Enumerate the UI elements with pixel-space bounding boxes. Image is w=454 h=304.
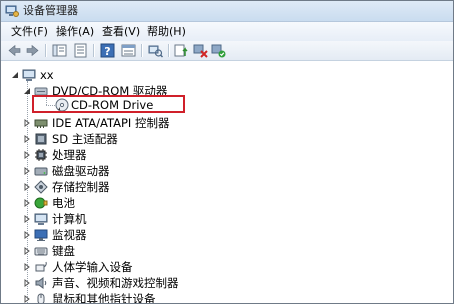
category-label: 处理器 xyxy=(52,148,87,162)
tree-category[interactable]: 磁盘驱动器 xyxy=(23,163,243,179)
back-arrow-icon[interactable] xyxy=(6,42,23,59)
tree-category[interactable]: 监视器 xyxy=(23,227,243,243)
highlight-annotation xyxy=(32,95,185,113)
tree-category[interactable]: IDE ATA/ATAPI 控制器 xyxy=(23,115,243,131)
processor-icon xyxy=(35,149,47,161)
category-label: 电池 xyxy=(52,196,75,210)
category-label: IDE ATA/ATAPI 控制器 xyxy=(52,116,170,130)
tree-category[interactable]: SD 主适配器 xyxy=(23,131,243,147)
forward-arrow-icon[interactable] xyxy=(24,42,41,59)
help-icon[interactable]: ? xyxy=(99,42,116,59)
expand-arrow-icon[interactable] xyxy=(23,151,31,159)
update-driver-icon[interactable] xyxy=(173,42,190,59)
tree-category[interactable]: 电池 xyxy=(23,195,243,211)
menu-view[interactable]: 查看(V) xyxy=(100,24,142,39)
toolbar: ? xyxy=(1,41,453,61)
menu-file[interactable]: 文件(F) xyxy=(9,24,50,39)
expand-arrow-icon[interactable] xyxy=(23,295,31,303)
hid-icon xyxy=(35,261,47,272)
menu-help[interactable]: 帮助(H) xyxy=(145,24,188,39)
toolbar-separator xyxy=(141,44,143,57)
category-label: 磁盘驱动器 xyxy=(52,164,110,178)
ide-controller-icon xyxy=(34,119,48,128)
window-title: 设备管理器 xyxy=(23,4,78,17)
computer-icon xyxy=(34,213,48,225)
sd-host-icon xyxy=(35,133,47,145)
expand-arrow-icon[interactable] xyxy=(23,135,31,143)
category-label: 声音、视频和游戏控制器 xyxy=(52,276,179,290)
mouse-icon xyxy=(37,293,45,303)
monitor-icon xyxy=(34,229,48,241)
show-hide-tree-icon[interactable] xyxy=(51,42,68,59)
root-label: xx xyxy=(40,68,54,82)
expand-arrow-icon[interactable] xyxy=(23,279,31,287)
expand-arrow-icon[interactable] xyxy=(23,183,31,191)
tree-category[interactable]: 鼠标和其他指针设备 xyxy=(23,291,243,304)
disable-device-icon[interactable] xyxy=(192,42,209,59)
computer-icon xyxy=(22,69,36,81)
category-label: 存储控制器 xyxy=(52,180,110,194)
menu-action[interactable]: 操作(A) xyxy=(54,24,96,39)
tree-category[interactable]: 声音、视频和游戏控制器 xyxy=(23,275,243,291)
expand-arrow-icon[interactable] xyxy=(23,119,31,127)
expand-arrow-icon[interactable] xyxy=(23,199,31,207)
toolbar-separator xyxy=(168,44,170,57)
title-bar: 设备管理器 xyxy=(1,1,453,22)
device-manager-window: 设备管理器 文件(F) 操作(A) 查看(V) 帮助(H) ? xx DVD/C… xyxy=(0,0,454,304)
scan-hardware-icon[interactable] xyxy=(147,42,164,59)
tree-category[interactable]: 人体学输入设备 xyxy=(23,259,243,275)
category-label: 人体学输入设备 xyxy=(52,260,133,274)
keyboard-icon xyxy=(34,247,48,256)
category-label: 监视器 xyxy=(52,228,87,242)
expand-arrow-icon[interactable] xyxy=(23,231,31,239)
properties-list-icon[interactable] xyxy=(72,42,89,59)
collapse-arrow-icon[interactable] xyxy=(11,71,19,79)
view-options-icon[interactable] xyxy=(120,42,137,59)
tree-category[interactable]: 计算机 xyxy=(23,211,243,227)
storage-controller-icon xyxy=(34,180,48,194)
category-label: 鼠标和其他指针设备 xyxy=(52,292,156,304)
enable-device-icon[interactable] xyxy=(210,42,227,59)
collapse-arrow-icon[interactable] xyxy=(23,87,31,95)
category-label: SD 主适配器 xyxy=(52,132,118,146)
device-manager-icon xyxy=(5,5,19,17)
toolbar-separator xyxy=(93,44,95,57)
battery-icon xyxy=(34,197,48,209)
expand-arrow-icon[interactable] xyxy=(23,215,31,223)
tree-root[interactable]: xx xyxy=(11,67,131,83)
tree-category[interactable]: 键盘 xyxy=(23,243,243,259)
sound-icon xyxy=(35,277,47,289)
menu-bar: 文件(F) 操作(A) 查看(V) 帮助(H) xyxy=(1,22,453,42)
expand-arrow-icon[interactable] xyxy=(23,263,31,271)
tree-category[interactable]: 处理器 xyxy=(23,147,243,163)
disk-drive-icon xyxy=(34,167,48,176)
expand-arrow-icon[interactable] xyxy=(23,167,31,175)
svg-text:?: ? xyxy=(104,45,110,58)
toolbar-separator xyxy=(45,44,47,57)
expand-arrow-icon[interactable] xyxy=(23,247,31,255)
category-label: 计算机 xyxy=(52,212,87,226)
tree-category[interactable]: 存储控制器 xyxy=(23,179,243,195)
category-label: 键盘 xyxy=(52,244,75,258)
